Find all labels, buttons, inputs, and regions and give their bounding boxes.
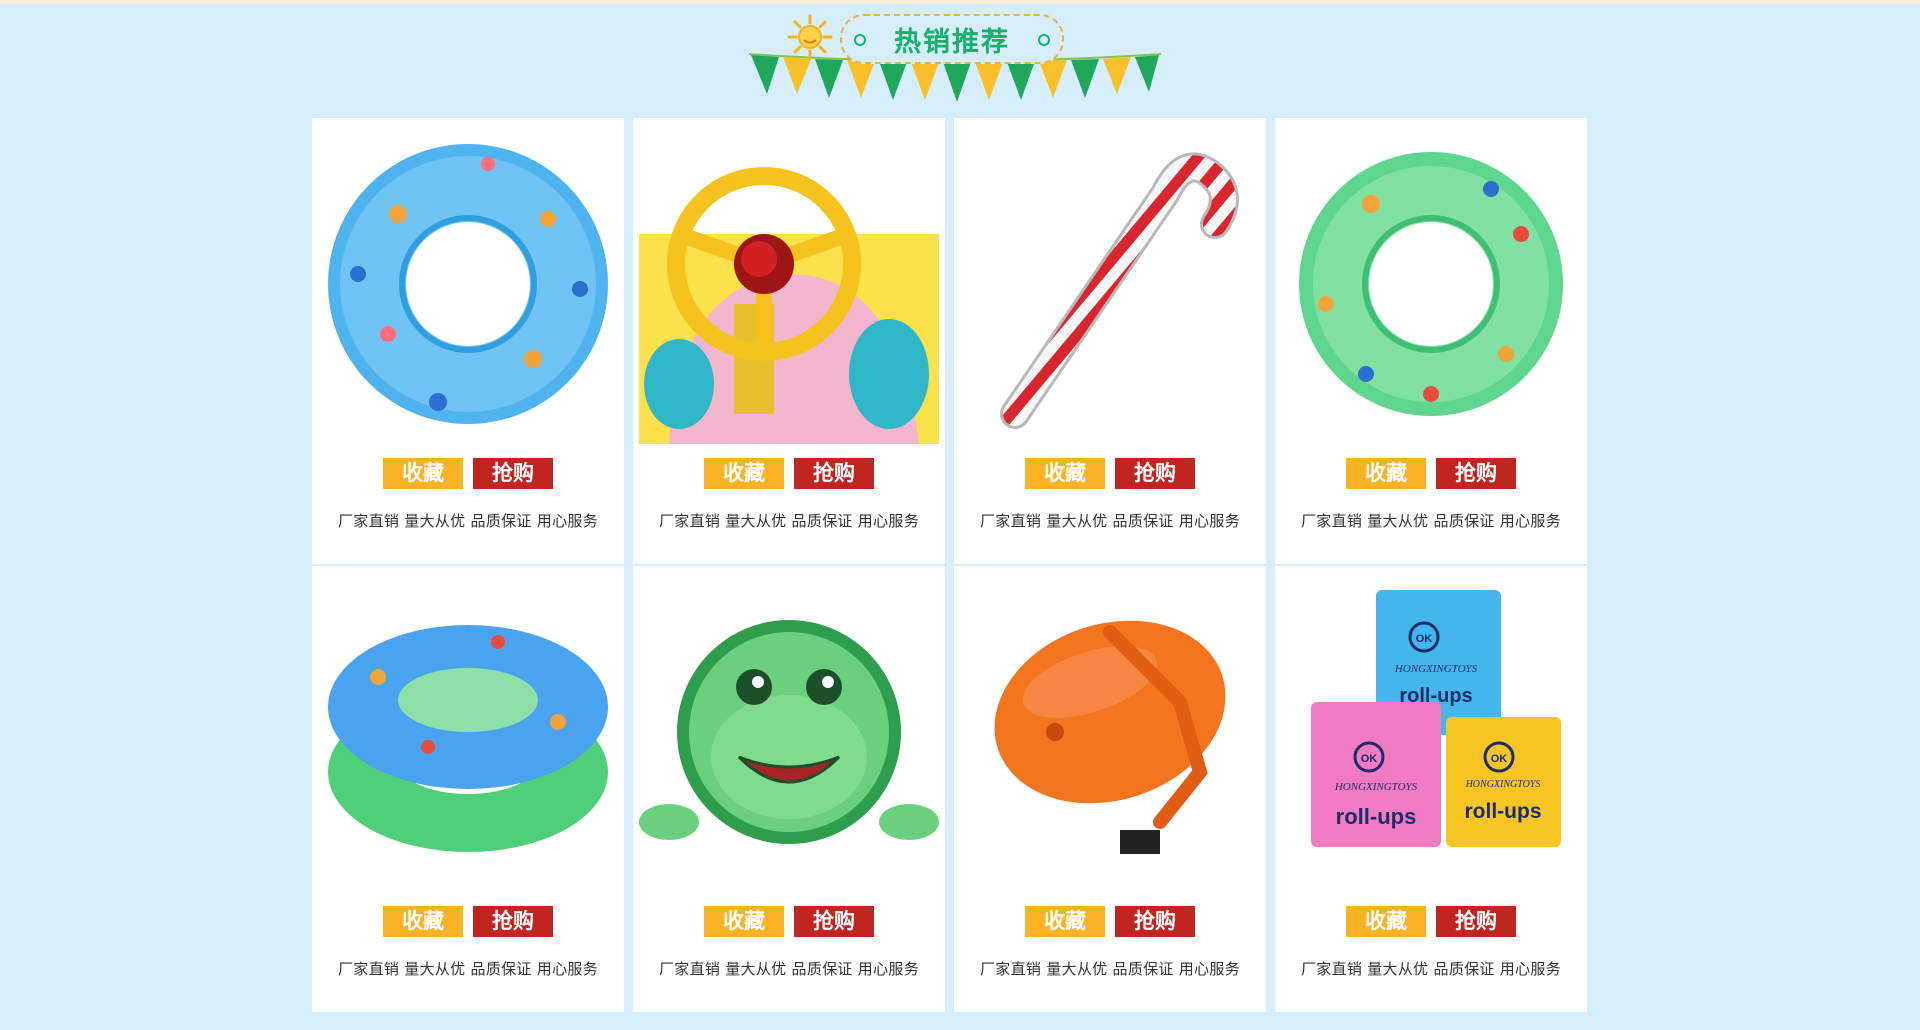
arm-floats-icon[interactable]: OK HONGXINGTOYS roll-ups OK HONGXINGTOYS… bbox=[1281, 572, 1581, 892]
product-description: 厂家直销 量大从优 品质保证 用心服务 bbox=[1300, 512, 1561, 530]
product-description: 厂家直销 量大从优 品质保证 用心服务 bbox=[979, 512, 1240, 530]
green-swim-ring-icon[interactable] bbox=[1281, 124, 1581, 444]
product-text: roll-ups bbox=[1336, 804, 1417, 829]
section-header: 热销推荐 bbox=[745, 8, 1165, 108]
product-text: roll-ups bbox=[1465, 800, 1542, 823]
favorite-button[interactable]: 收藏 bbox=[1346, 458, 1426, 489]
brand-text: HONGXINGTOYS bbox=[1465, 779, 1541, 790]
product-card[interactable]: 收藏 抢购 厂家直销 量大从优 品质保证 用心服务 bbox=[312, 566, 624, 1012]
frog-swim-ring-icon[interactable] bbox=[639, 572, 939, 892]
title-plate: 热销推荐 bbox=[840, 14, 1064, 64]
sun-icon bbox=[787, 14, 833, 60]
product-description: 厂家直销 量大从优 品质保证 用心服务 bbox=[979, 960, 1240, 978]
buy-button[interactable]: 抢购 bbox=[794, 906, 874, 937]
brand-badge-text: OK bbox=[1491, 753, 1508, 765]
top-strip bbox=[0, 0, 1920, 4]
product-description: 厂家直销 量大从优 品质保证 用心服务 bbox=[658, 960, 919, 978]
steering-wheel-boat-icon[interactable] bbox=[639, 124, 939, 444]
blue-swim-ring-icon[interactable] bbox=[318, 124, 618, 444]
buy-button[interactable]: 抢购 bbox=[1115, 458, 1195, 489]
product-card[interactable]: OK HONGXINGTOYS roll-ups OK HONGXINGTOYS… bbox=[1275, 566, 1587, 1012]
product-description: 厂家直销 量大从优 品质保证 用心服务 bbox=[337, 960, 598, 978]
buy-button[interactable]: 抢购 bbox=[473, 906, 553, 937]
double-swim-ring-icon[interactable] bbox=[318, 572, 618, 892]
favorite-button[interactable]: 收藏 bbox=[1025, 458, 1105, 489]
brand-text: HONGXINGTOYS bbox=[1334, 781, 1418, 793]
section-title: 热销推荐 bbox=[894, 26, 1010, 58]
product-card[interactable]: 收藏 抢购 厂家直销 量大从优 品质保证 用心服务 bbox=[312, 118, 624, 564]
dot-decoration bbox=[854, 34, 866, 46]
orange-swim-buoy-icon[interactable] bbox=[960, 572, 1260, 892]
brand-badge-text: OK bbox=[1416, 633, 1433, 645]
product-card[interactable]: 收藏 抢购 厂家直销 量大从优 品质保证 用心服务 bbox=[633, 118, 945, 564]
product-description: 厂家直销 量大从优 品质保证 用心服务 bbox=[337, 512, 598, 530]
product-description: 厂家直销 量大从优 品质保证 用心服务 bbox=[658, 512, 919, 530]
buy-button[interactable]: 抢购 bbox=[1115, 906, 1195, 937]
product-description: 厂家直销 量大从优 品质保证 用心服务 bbox=[1300, 960, 1561, 978]
product-card[interactable]: 收藏 抢购 厂家直销 量大从优 品质保证 用心服务 bbox=[954, 566, 1266, 1012]
buy-button[interactable]: 抢购 bbox=[1436, 906, 1516, 937]
favorite-button[interactable]: 收藏 bbox=[1346, 906, 1426, 937]
favorite-button[interactable]: 收藏 bbox=[704, 458, 784, 489]
brand-text: HONGXINGTOYS bbox=[1394, 663, 1478, 675]
favorite-button[interactable]: 收藏 bbox=[1025, 906, 1105, 937]
favorite-button[interactable]: 收藏 bbox=[383, 906, 463, 937]
candy-cane-inflatable-icon[interactable] bbox=[960, 124, 1260, 444]
buy-button[interactable]: 抢购 bbox=[794, 458, 874, 489]
product-card[interactable]: 收藏 抢购 厂家直销 量大从优 品质保证 用心服务 bbox=[633, 566, 945, 1012]
buy-button[interactable]: 抢购 bbox=[1436, 458, 1516, 489]
dot-decoration bbox=[1038, 34, 1050, 46]
product-card[interactable]: 收藏 抢购 厂家直销 量大从优 品质保证 用心服务 bbox=[1275, 118, 1587, 564]
product-card[interactable]: 收藏 抢购 厂家直销 量大从优 品质保证 用心服务 bbox=[954, 118, 1266, 564]
buy-button[interactable]: 抢购 bbox=[473, 458, 553, 489]
favorite-button[interactable]: 收藏 bbox=[383, 458, 463, 489]
product-grid: 收藏抢购 厂家直销 量大从优 品质保证 用心服务 收藏抢购 厂家直销 量大从 bbox=[312, 118, 1589, 1012]
brand-badge-text: OK bbox=[1361, 753, 1378, 765]
favorite-button[interactable]: 收藏 bbox=[704, 906, 784, 937]
